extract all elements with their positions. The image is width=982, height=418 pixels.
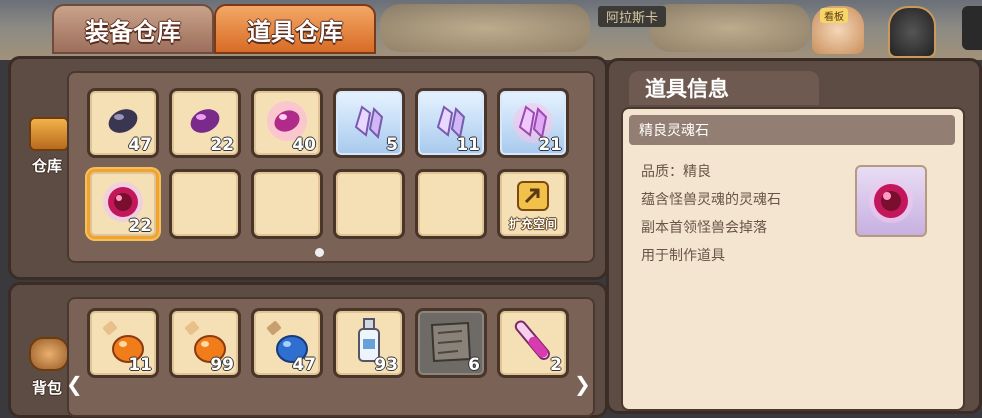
item-count: 47	[128, 135, 152, 155]
chevron-left-icon[interactable]: ❮	[66, 372, 83, 396]
tab-items-warehouse[interactable]: 道具仓库	[214, 4, 376, 54]
soul-stone-icon	[869, 179, 913, 223]
item-count: 11	[128, 355, 152, 375]
backpack-slot[interactable]: 93	[333, 308, 405, 378]
chevron-right-icon[interactable]: ❯	[574, 372, 591, 396]
item-info-panel: 道具信息 精良灵魂石 品质：精良 蕴含怪兽灵魂的灵魂石 副本首领怪兽会掉落 用于…	[606, 58, 982, 414]
bag-icon	[29, 337, 69, 371]
city-label: 阿拉斯卡	[598, 6, 667, 27]
warehouse-slot[interactable]: 22	[169, 88, 241, 158]
backpack-slot[interactable]: 47	[251, 308, 323, 378]
warehouse-slot[interactable]: 40	[251, 88, 323, 158]
backpack-label: 背包	[31, 379, 62, 397]
expand-space-button[interactable]: 扩充空间	[497, 169, 569, 239]
item-count: 6	[468, 355, 480, 375]
side-toggle-button[interactable]	[962, 6, 982, 50]
backpack-slot[interactable]: 11	[87, 308, 159, 378]
item-count: 11	[456, 135, 480, 155]
warehouse-slot[interactable]	[251, 169, 323, 239]
warehouse-slot[interactable]	[169, 169, 241, 239]
warehouse-slot[interactable]: 22	[87, 169, 159, 239]
item-count: 99	[210, 355, 234, 375]
backpack-slot[interactable]: 6	[415, 308, 487, 378]
item-preview	[855, 165, 927, 237]
item-name: 精良灵魂石	[629, 115, 955, 145]
item-count: 22	[128, 216, 152, 236]
item-count: 47	[292, 355, 316, 375]
warehouse-label: 仓库	[31, 157, 62, 175]
chest-icon	[29, 117, 69, 151]
info-title: 道具信息	[629, 71, 819, 105]
warehouse-slot[interactable]: 11	[415, 88, 487, 158]
expand-space-label: 扩充空间	[508, 217, 557, 231]
item-count: 5	[386, 135, 398, 155]
npc-badge: 看板	[820, 8, 848, 23]
item-count: 40	[292, 135, 316, 155]
backpack-slot[interactable]: 99	[169, 308, 241, 378]
item-count: 2	[550, 355, 562, 375]
backpack-slot[interactable]: 2	[497, 308, 569, 378]
item-usage: 用于制作道具	[641, 248, 725, 264]
item-count: 93	[374, 355, 398, 375]
tab-equipment-label: 装备仓库	[85, 17, 181, 46]
warehouse-slot[interactable]: 21	[497, 88, 569, 158]
info-body: 精良灵魂石 品质：精良 蕴含怪兽灵魂的灵魂石 副本首领怪兽会掉落 用于制作道具	[621, 107, 965, 411]
item-count: 21	[538, 135, 562, 155]
warehouse-slot[interactable]: 5	[333, 88, 405, 158]
item-count: 22	[210, 135, 234, 155]
item-description: 蕴含怪兽灵魂的灵魂石	[641, 192, 781, 208]
npc-avatar[interactable]: 看板	[812, 6, 864, 54]
warehouse-slot[interactable]: 47	[87, 88, 159, 158]
page-indicator-dot[interactable]	[315, 248, 324, 257]
warehouse-slot[interactable]	[333, 169, 405, 239]
item-quality: 品质：精良	[641, 164, 711, 180]
tab-equipment-warehouse[interactable]: 装备仓库	[52, 4, 214, 54]
item-source: 副本首领怪兽会掉落	[641, 220, 767, 236]
tab-items-label: 道具仓库	[247, 17, 343, 46]
warehouse-slot[interactable]	[415, 169, 487, 239]
npc-avatar-hooded[interactable]	[888, 6, 936, 58]
